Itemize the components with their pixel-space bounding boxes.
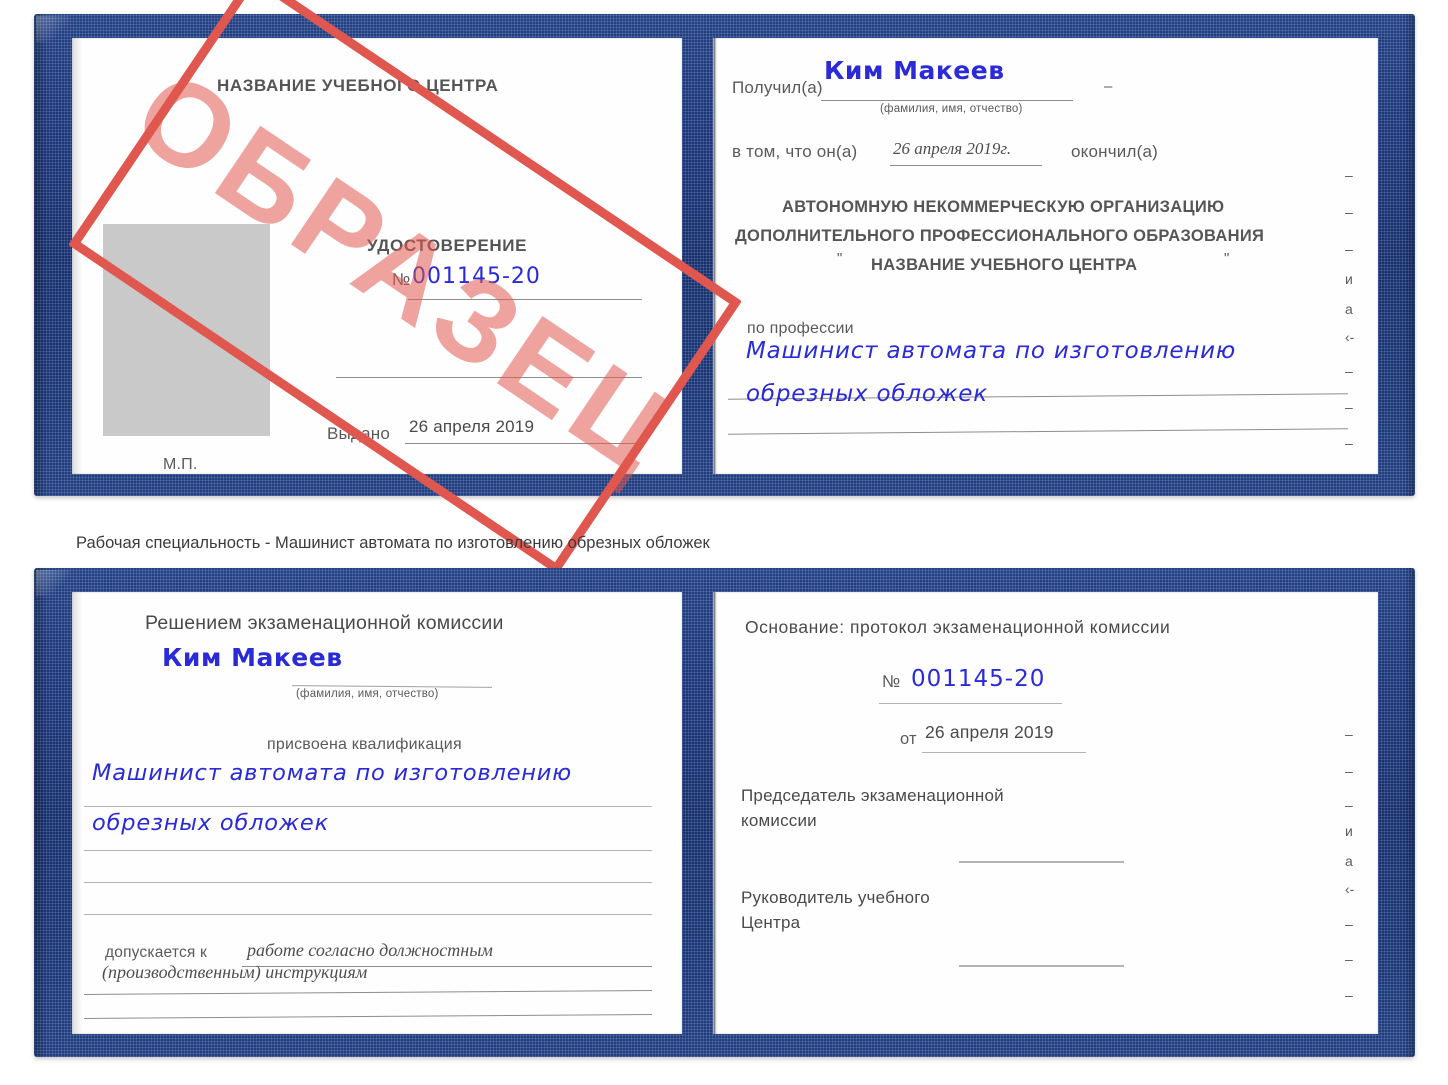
- chairman-line-2: комиссии: [741, 811, 817, 830]
- edge-mark: –: [1345, 797, 1353, 813]
- allowed-rule-2: [84, 990, 652, 995]
- head-line-1: Руководитель учебного: [741, 888, 930, 907]
- page-inner-shadow: [72, 38, 82, 474]
- photo-placeholder: [103, 224, 270, 436]
- top-left-center-name: НАЗВАНИЕ УЧЕБНОГО ЦЕНТРА: [217, 76, 499, 95]
- profession-line-1: Машинист автомата по изготовлению: [746, 338, 1237, 364]
- edge-mark: –: [1345, 167, 1353, 183]
- qualification-rule-4: [84, 914, 652, 915]
- bottom-right-page: Основание: протокол экзаменационной коми…: [716, 592, 1378, 1034]
- bottom-date-label: от: [900, 730, 917, 748]
- edge-mark: –: [1345, 987, 1353, 1003]
- edge-mark: а: [1345, 301, 1353, 317]
- chairman-line-1: Председатель экзаменационной: [741, 786, 1004, 805]
- top-left-number-value: 001145-20: [412, 264, 541, 289]
- cover-corner-fold: [36, 570, 70, 596]
- qualification-line-1: Машинист автомата по изготовлению: [92, 760, 572, 786]
- edge-mark: –: [1345, 204, 1353, 220]
- edge-mark: ‹-: [1345, 881, 1355, 897]
- top-left-issued-value: 26 апреля 2019: [409, 417, 535, 436]
- cover-corner-fold: [36, 16, 70, 42]
- qualification-label: присвоена квалификация: [267, 736, 462, 753]
- edge-mark: –: [1345, 726, 1353, 742]
- edge-mark: –: [1345, 763, 1353, 779]
- top-left-number-label: №: [392, 270, 411, 289]
- bottom-doc-edge-marks: – – – и а ‹- – – –: [1343, 727, 1371, 1027]
- profession-line-2: обрезных обложек: [746, 381, 988, 407]
- qualification-rule-2: [84, 850, 652, 851]
- received-edge-dash: –: [1104, 78, 1113, 95]
- bottom-date-value: 26 апреля 2019: [925, 722, 1054, 742]
- allowed-rule-3: [84, 1014, 652, 1019]
- top-left-blank-rule: [336, 377, 642, 378]
- qualification-rule-1: [84, 806, 652, 807]
- edge-mark: –: [1345, 399, 1353, 415]
- basis-label: Основание: протокол экзаменационной коми…: [745, 617, 1171, 637]
- org-line-1: АВТОНОМНУЮ НЕКОММЕРЧЕСКУЮ ОРГАНИЗАЦИЮ: [782, 198, 1225, 216]
- bottom-left-page: Решением экзаменационной комиссии Ким Ма…: [72, 592, 682, 1034]
- top-left-page: НАЗВАНИЕ УЧЕБНОГО ЦЕНТРА УДОСТОВЕРЕНИЕ №…: [72, 38, 682, 474]
- decision-title: Решением экзаменационной комиссии: [145, 612, 504, 634]
- received-value: Ким Макеев: [824, 56, 1005, 85]
- received-rule: [821, 100, 1073, 101]
- top-right-page: Получил(а) Ким Макеев (фамилия, имя, отч…: [716, 38, 1378, 474]
- qualification-rule-3: [84, 882, 652, 883]
- bottom-number-label: №: [882, 672, 901, 691]
- edge-mark: –: [1345, 241, 1353, 257]
- bottom-name-value: Ким Макеев: [162, 643, 343, 672]
- received-label: Получил(а): [732, 78, 823, 97]
- allowed-label: допускается к: [105, 944, 207, 961]
- edge-mark: ‹-: [1345, 329, 1355, 345]
- that-rule: [890, 165, 1042, 166]
- edge-mark: и: [1345, 823, 1353, 839]
- certificate-sample-image: НАЗВАНИЕ УЧЕБНОГО ЦЕНТРА УДОСТОВЕРЕНИЕ №…: [0, 0, 1448, 1085]
- profession-label: по профессии: [747, 320, 854, 337]
- org-line-3: НАЗВАНИЕ УЧЕБНОГО ЦЕНТРА: [871, 256, 1138, 274]
- allowed-value-line-2: (производственным) инструкциям: [102, 962, 368, 982]
- allowed-value-line-1: работе согласно должностным: [247, 940, 493, 960]
- head-signature-rule: [959, 965, 1124, 967]
- top-left-issued-rule: [405, 443, 639, 444]
- bottom-number-rule: [879, 703, 1062, 704]
- profession-rule-2: [728, 428, 1348, 435]
- received-hint: (фамилия, имя, отчество): [880, 103, 1023, 115]
- bottom-date-rule: [922, 752, 1086, 753]
- edge-mark: –: [1345, 951, 1353, 967]
- top-left-title: УДОСТОВЕРЕНИЕ: [367, 236, 528, 255]
- org-quote-close: ": [1224, 250, 1230, 267]
- that-label: в том, что он(а): [732, 142, 858, 161]
- edge-mark: и: [1345, 271, 1353, 287]
- edge-mark: –: [1345, 435, 1353, 451]
- caption-text: Рабочая специальность - Машинист автомат…: [76, 534, 710, 552]
- edge-mark: а: [1345, 853, 1353, 869]
- edge-mark: –: [1345, 916, 1353, 932]
- org-line-2: ДОПОЛНИТЕЛЬНОГО ПРОФЕССИОНАЛЬНОГО ОБРАЗО…: [735, 227, 1265, 245]
- chairman-signature-rule: [959, 861, 1124, 863]
- head-line-2: Центра: [741, 913, 801, 932]
- qualification-line-2: обрезных обложек: [92, 810, 329, 836]
- top-doc-edge-marks: – – – и а ‹- – – –: [1343, 168, 1371, 468]
- bottom-number-value: 001145-20: [911, 666, 1046, 692]
- edge-mark: –: [1345, 363, 1353, 379]
- top-left-issued-label: Выдано: [327, 424, 390, 443]
- page-inner-shadow: [72, 592, 82, 1034]
- top-left-number-rule: [408, 299, 642, 300]
- finished-label: окончил(а): [1071, 142, 1158, 161]
- org-quote-open: ": [837, 250, 843, 267]
- that-value: 26 апреля 2019г.: [893, 139, 1012, 158]
- top-left-seal-label: М.П.: [163, 456, 198, 473]
- bottom-name-hint: (фамилия, имя, отчество): [296, 688, 439, 700]
